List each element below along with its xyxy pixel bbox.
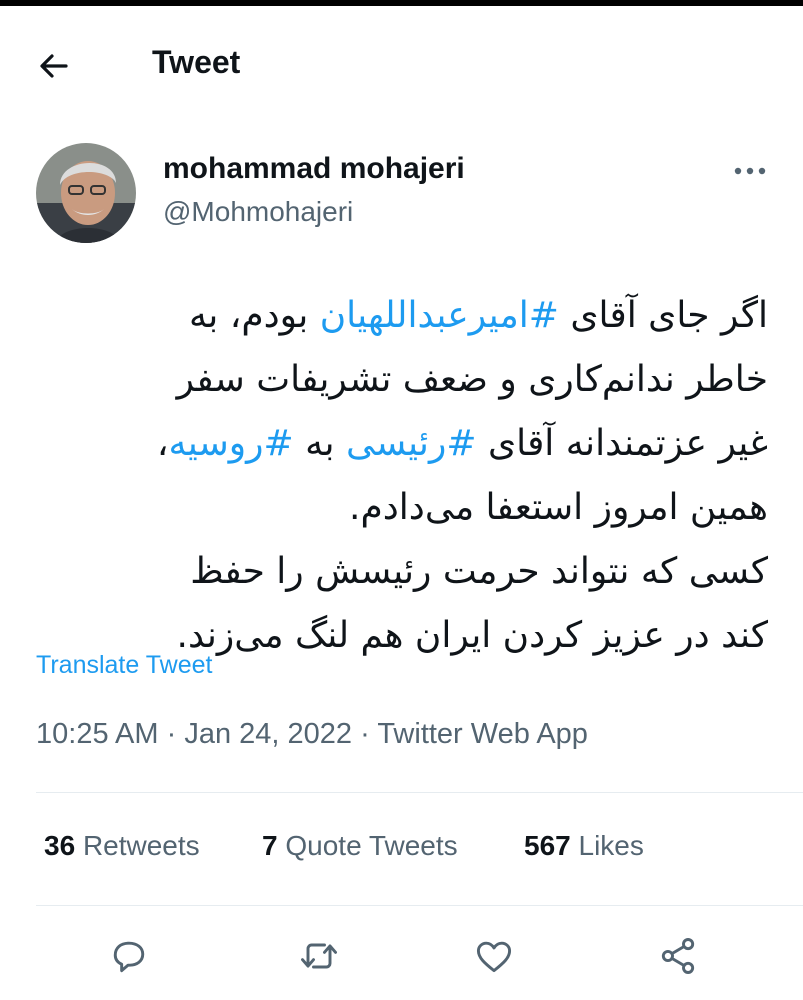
tweet-text-line: خاطر ندانم‌کاری و ضعف تشریفات سفر: [36, 348, 768, 412]
tweet-text-segment: غیر عزتمندانه آقای: [476, 423, 768, 464]
hashtag-link[interactable]: #رئیسی: [346, 423, 477, 464]
meta-separator: ·: [166, 718, 177, 750]
retweet-icon: [301, 943, 337, 969]
quote-tweets-count: 7: [262, 830, 278, 861]
divider: [36, 792, 803, 793]
back-arrow-icon: [40, 54, 68, 78]
retweets-stat[interactable]: 36 Retweets: [44, 830, 200, 862]
hashtag-link[interactable]: #روسیه: [168, 423, 293, 464]
tweet-text-segment: اگر جای آقای: [558, 295, 768, 336]
quote-tweets-stat[interactable]: 7 Quote Tweets: [262, 830, 458, 862]
tweet-text-line: غیر عزتمندانه آقای #رئیسی به #روسیه،: [36, 412, 768, 476]
like-icon: [476, 941, 512, 973]
retweets-count: 36: [44, 830, 76, 861]
share-button[interactable]: [656, 934, 700, 978]
meta-separator: ·: [360, 718, 370, 750]
author-display-name[interactable]: mohammad mohajeri: [163, 152, 465, 186]
translate-tweet-link[interactable]: Translate Tweet: [36, 651, 212, 680]
avatar-photo: [36, 143, 136, 243]
reply-button[interactable]: [107, 934, 151, 978]
reply-icon: [113, 941, 145, 973]
tweet-text-segment: خاطر ندانم‌کاری و ضعف تشریفات سفر: [176, 359, 768, 400]
tweet-time[interactable]: 10:25 AM: [36, 718, 159, 750]
more-dots-icon: [734, 167, 766, 175]
tweet-text-segment: همین امروز استعفا می‌دادم.: [349, 487, 768, 528]
tweet-metadata: 10:25 AM · Jan 24, 2022 · Twitter Web Ap…: [36, 718, 588, 751]
like-button[interactable]: [472, 934, 516, 978]
tweet-text-line: اگر جای آقای #امیرعبداللهیان بودم، به: [36, 284, 768, 348]
tweet-text-line: کسی که نتواند حرمت رئیسش را حفظ: [36, 540, 768, 604]
tweet-text-line: همین امروز استعفا می‌دادم.: [36, 476, 768, 540]
share-icon: [661, 938, 695, 974]
page-title: Tweet: [152, 44, 241, 80]
likes-stat[interactable]: 567 Likes: [524, 830, 644, 862]
tweet-text-segment: کسی که نتواند حرمت رئیسش را حفظ: [190, 551, 768, 592]
retweets-label: Retweets: [82, 830, 200, 861]
tweet-date[interactable]: Jan 24, 2022: [184, 718, 352, 750]
tweet-text-segment: کند در عزیز کردن ایران هم لنگ می‌زند.: [176, 615, 768, 656]
tweet-actions-bar: [0, 934, 803, 978]
tweet-text-segment: بودم، به: [188, 295, 320, 336]
likes-label: Likes: [578, 830, 644, 861]
back-button[interactable]: [34, 46, 74, 86]
tweet-text-segment: به: [293, 423, 346, 464]
tweet-header: Tweet: [0, 6, 803, 118]
tweet-text: اگر جای آقای #امیرعبداللهیان بودم، به خاط…: [36, 284, 768, 668]
likes-count: 567: [524, 830, 571, 861]
quote-tweets-label: Quote Tweets: [285, 830, 458, 861]
author-avatar[interactable]: [36, 143, 136, 243]
divider: [36, 905, 803, 906]
author-handle[interactable]: @Mohmohajeri: [163, 196, 353, 228]
more-options-button[interactable]: [728, 158, 772, 184]
hashtag-link[interactable]: #امیرعبداللهیان: [320, 295, 559, 336]
tweet-source[interactable]: Twitter Web App: [377, 718, 588, 750]
retweet-button[interactable]: [297, 934, 341, 978]
tweet-text-segment: ،: [156, 423, 169, 464]
